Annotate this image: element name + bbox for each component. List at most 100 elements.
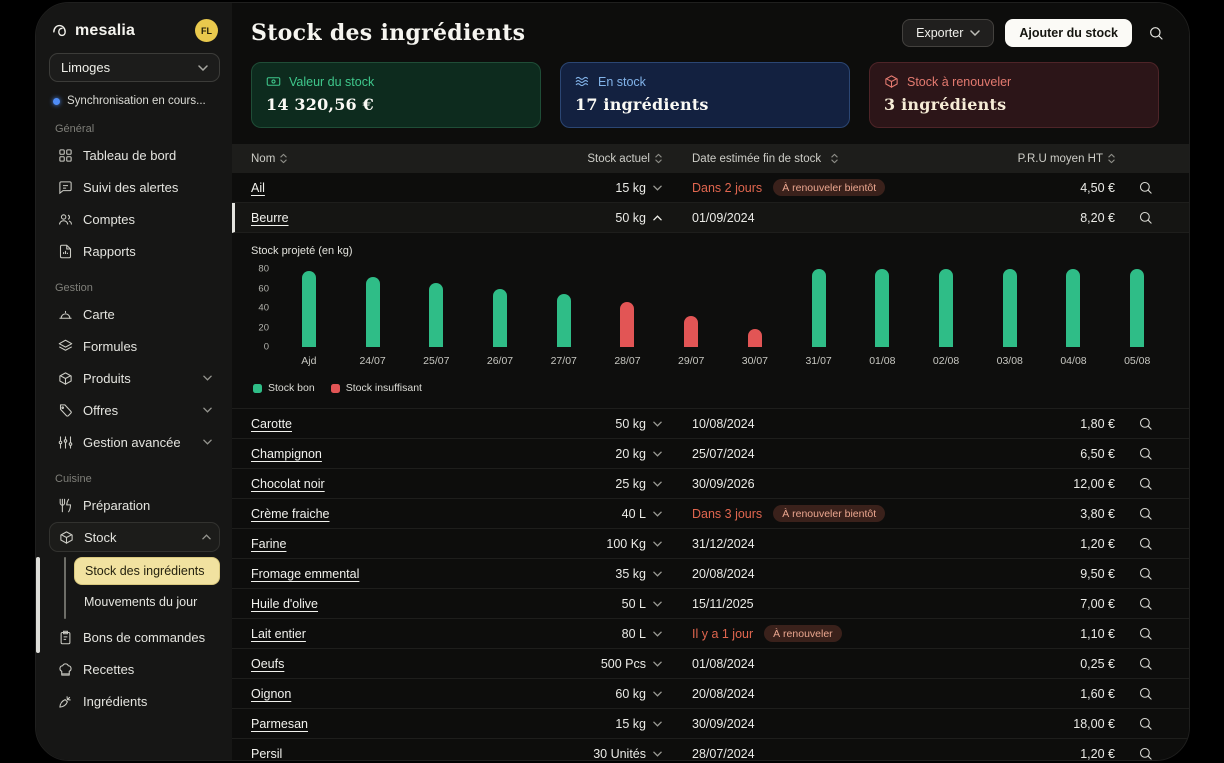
stock-expand-toggle[interactable]: 50 kg [615,417,662,431]
sidebar-item-comptes[interactable]: Comptes [49,204,220,234]
search-icon[interactable] [1143,25,1169,41]
chef-hat-icon [57,662,73,677]
sidebar-item-mouvements-du-jour[interactable]: Mouvements du jour [74,588,220,616]
location-select[interactable]: Limoges [49,53,220,82]
ingredient-name-link[interactable]: Lait entier [251,627,306,641]
add-stock-button[interactable]: Ajouter du stock [1005,19,1132,47]
ingredient-name-link[interactable]: Parmesan [251,717,308,731]
row-detail-search-icon[interactable] [1138,180,1153,195]
export-button[interactable]: Exporter [902,19,994,47]
row-detail-search-icon[interactable] [1138,446,1153,461]
ingredient-name-link[interactable]: Carotte [251,417,292,431]
ingredient-name-link[interactable]: Huile d'olive [251,597,318,611]
row-detail-search-icon[interactable] [1138,416,1153,431]
table-row[interactable]: Parmesan 15 kg 30/09/2024 18,00 € [232,709,1189,739]
user-avatar[interactable]: FL [195,19,218,42]
sidebar-item-tableau-de-bord[interactable]: Tableau de bord [49,140,220,170]
bar-column [1042,269,1106,347]
chevron-down-icon [203,407,212,413]
ingredient-name-link[interactable]: Beurre [251,211,289,225]
stock-expand-toggle[interactable]: 50 kg [615,211,662,225]
ingredient-name-link[interactable]: Ail [251,181,265,195]
table-row[interactable]: Beurre 50 kg 01/09/2024 8,20 € [232,203,1189,233]
end-of-stock-date: 30/09/2024 [692,717,755,731]
dashboard-icon [57,148,73,163]
sidebar-item-bons-de-commandes[interactable]: Bons de commandes [49,622,220,652]
stock-expand-toggle[interactable]: 15 kg [615,181,662,195]
unit-price: 1,10 € [1080,627,1115,641]
stock-expand-toggle[interactable]: 30 Unités [593,747,662,761]
table-row[interactable]: Farine 100 Kg 31/12/2024 1,20 € [232,529,1189,559]
row-detail-search-icon[interactable] [1138,716,1153,731]
stock-expand-toggle[interactable]: 50 L [622,597,662,611]
stock-expand-toggle[interactable]: 25 kg [615,477,662,491]
row-detail-search-icon[interactable] [1138,210,1153,225]
sidebar-item-gestion-avancee[interactable]: Gestion avancée [49,427,220,457]
sidebar-scroll-indicator[interactable] [36,557,40,653]
table-row[interactable]: Chocolat noir 25 kg 30/09/2026 12,00 € [232,469,1189,499]
sidebar-item-rapports[interactable]: Rapports [49,236,220,266]
sidebar-item-preparation[interactable]: Préparation [49,490,220,520]
stock-expand-toggle[interactable]: 500 Pcs [601,657,662,671]
row-detail-search-icon[interactable] [1138,566,1153,581]
row-detail-search-icon[interactable] [1138,656,1153,671]
table-row[interactable]: Oeufs 500 Pcs 01/08/2024 0,25 € [232,649,1189,679]
ingredient-name-link[interactable]: Chocolat noir [251,477,325,491]
column-header-pru-moyen[interactable]: P.R.U moyen HT [945,153,1115,165]
column-header-date-fin-de-stock[interactable]: Date estimée fin de stock [662,153,945,165]
sidebar-item-recettes[interactable]: Recettes [49,654,220,684]
ingredient-name-link[interactable]: Persil [251,747,282,761]
stock-expand-toggle[interactable]: 80 L [622,627,662,641]
add-stock-button-label: Ajouter du stock [1019,26,1118,40]
ingredient-name-link[interactable]: Oignon [251,687,291,701]
column-header-nom[interactable]: Nom [251,153,466,165]
stock-expand-toggle[interactable]: 35 kg [615,567,662,581]
end-of-stock-date: 30/09/2026 [692,477,755,491]
bar-column [468,269,532,347]
ingredient-name-link[interactable]: Fromage emmental [251,567,359,581]
sidebar-item-ingredients[interactable]: Ingrédients [49,686,220,716]
sort-icon [1108,153,1115,164]
table-row[interactable]: Oignon 60 kg 20/08/2024 1,60 € [232,679,1189,709]
row-detail-search-icon[interactable] [1138,536,1153,551]
table-row[interactable]: Fromage emmental 35 kg 20/08/2024 9,50 € [232,559,1189,589]
row-detail-search-icon[interactable] [1138,686,1153,701]
sidebar-item-stock[interactable]: Stock [49,522,220,552]
table-row[interactable]: Champignon 20 kg 25/07/2024 6,50 € [232,439,1189,469]
sidebar-item-carte[interactable]: Carte [49,299,220,329]
sidebar-item-stock-des-ingredients[interactable]: Stock des ingrédients [74,557,220,585]
row-detail-search-icon[interactable] [1138,476,1153,491]
ingredient-name-link[interactable]: Crème fraiche [251,507,330,521]
stock-expand-toggle[interactable]: 40 L [622,507,662,521]
stock-subnav: Stock des ingrédients Mouvements du jour [49,557,220,619]
stock-expand-toggle[interactable]: 100 Kg [606,537,662,551]
unit-price: 7,00 € [1080,597,1115,611]
row-detail-search-icon[interactable] [1138,506,1153,521]
unit-price: 1,20 € [1080,537,1115,551]
ingredient-name-link[interactable]: Oeufs [251,657,284,671]
table-row[interactable]: Carotte 50 kg 10/08/2024 1,80 € [232,409,1189,439]
table-row[interactable]: Huile d'olive 50 L 15/11/2025 7,00 € [232,589,1189,619]
waves-icon [575,74,590,89]
row-detail-search-icon[interactable] [1138,746,1153,761]
stock-expand-toggle[interactable]: 15 kg [615,717,662,731]
table-row[interactable]: Lait entier 80 L Il y a 1 jour À renouve… [232,619,1189,649]
table-row[interactable]: Persil 30 Unités 28/07/2024 1,20 € [232,739,1189,761]
ingredient-name-link[interactable]: Champignon [251,447,322,461]
ingredient-name-link[interactable]: Farine [251,537,286,551]
stock-expand-toggle[interactable]: 60 kg [615,687,662,701]
table-row[interactable]: Ail 15 kg Dans 2 jours À renouveler bien… [232,173,1189,203]
sidebar-item-suivi-des-alertes[interactable]: Suivi des alertes [49,172,220,202]
row-detail-search-icon[interactable] [1138,626,1153,641]
legend-item: Stock insuffisant [331,382,422,394]
column-header-label: Stock actuel [587,153,650,165]
sidebar-item-produits[interactable]: Produits [49,363,220,393]
bar [1066,269,1080,347]
table-row[interactable]: Crème fraiche 40 L Dans 3 jours À renouv… [232,499,1189,529]
stock-expand-toggle[interactable]: 20 kg [615,447,662,461]
bar-column [978,269,1042,347]
column-header-stock-actuel[interactable]: Stock actuel [466,153,662,165]
sidebar-item-offres[interactable]: Offres [49,395,220,425]
sidebar-item-formules[interactable]: Formules [49,331,220,361]
row-detail-search-icon[interactable] [1138,596,1153,611]
